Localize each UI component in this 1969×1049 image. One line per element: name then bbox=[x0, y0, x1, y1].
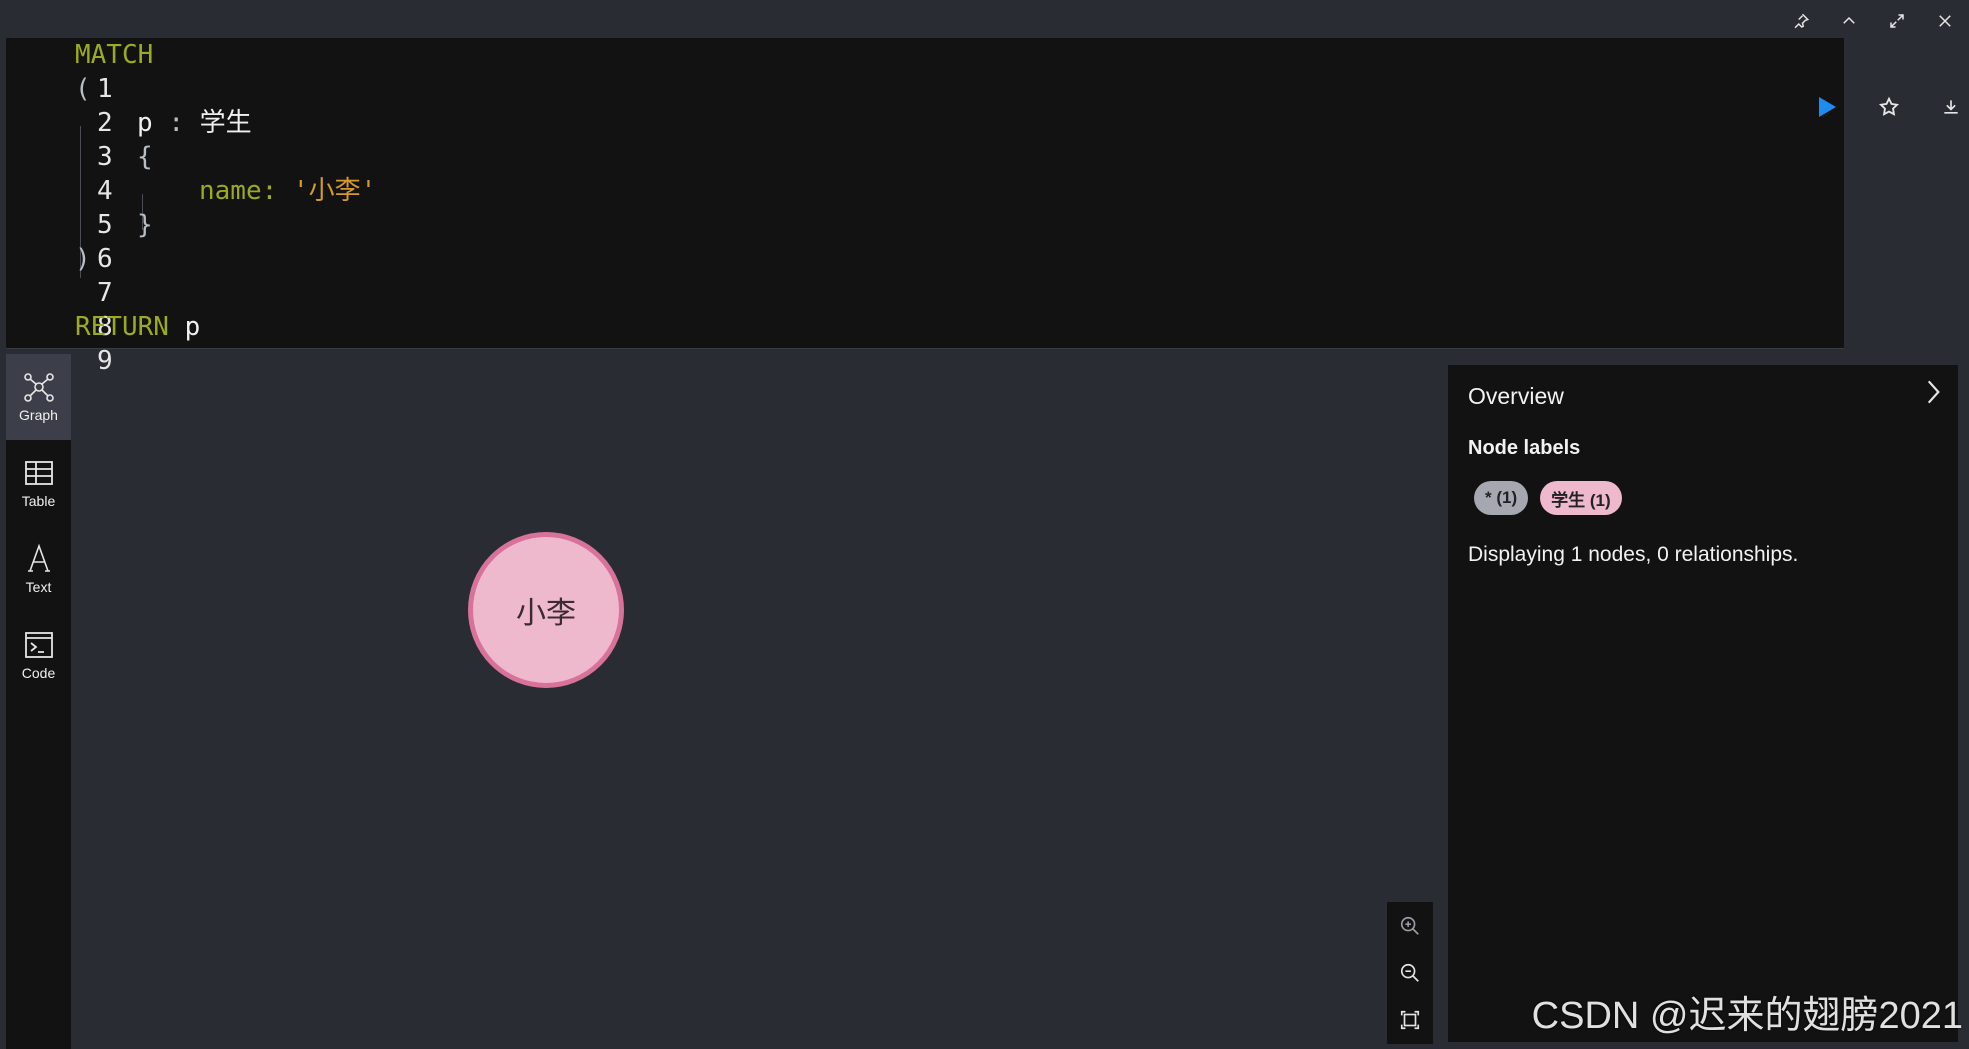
code-line: 3 p : 学生 bbox=[6, 106, 252, 172]
property-key: name: bbox=[199, 176, 278, 206]
view-code-label: Code bbox=[21, 665, 56, 681]
colon: : bbox=[168, 108, 184, 138]
badge-student-label[interactable]: 学生 (1) bbox=[1540, 481, 1622, 515]
close-brace: } bbox=[137, 210, 153, 240]
table-icon bbox=[24, 461, 53, 485]
expand-icon[interactable] bbox=[1873, 8, 1921, 34]
open-paren: ( bbox=[75, 74, 91, 104]
watermark: CSDN @迟来的翅膀2021 bbox=[1531, 995, 1963, 1037]
node-label-badges: * (1) 学生 (1) bbox=[1474, 481, 1622, 515]
fit-screen-icon[interactable] bbox=[1399, 1009, 1421, 1031]
zoom-out-icon[interactable] bbox=[1399, 962, 1421, 984]
return-variable: p bbox=[184, 312, 201, 342]
overview-panel: Overview Node labels * (1) 学生 (1) Displa… bbox=[1448, 365, 1958, 1042]
code-line: 6 } bbox=[6, 208, 153, 274]
run-icon bbox=[1819, 97, 1836, 117]
zoom-in-icon[interactable] bbox=[1399, 915, 1421, 937]
text-icon bbox=[27, 543, 50, 572]
view-sidebar: Graph Table Text Code bbox=[6, 354, 71, 1049]
pin-icon[interactable] bbox=[1777, 8, 1825, 34]
code-line: 7 ) bbox=[6, 242, 113, 308]
property-value: '小李' bbox=[292, 176, 377, 206]
query-editor[interactable]: 1 MATCH 2 ( 3 p : 学生 4 { 5 name: '小李' 6 … bbox=[6, 38, 1958, 376]
badge-all-nodes[interactable]: * (1) bbox=[1474, 481, 1529, 515]
chevron-right-icon[interactable] bbox=[1920, 377, 1946, 407]
keyword-match: MATCH bbox=[75, 40, 154, 70]
view-code-button[interactable]: Code bbox=[6, 612, 71, 698]
view-table-button[interactable]: Table bbox=[6, 440, 71, 526]
code-icon bbox=[24, 632, 53, 658]
code-line: 9 RETURN p bbox=[6, 310, 200, 376]
view-graph-label: Graph bbox=[19, 407, 58, 423]
collapse-up-icon[interactable] bbox=[1825, 8, 1873, 34]
view-text-button[interactable]: Text bbox=[6, 526, 71, 612]
code-line: 2 ( bbox=[6, 72, 113, 138]
window-toolbar bbox=[1777, 8, 1969, 34]
download-icon bbox=[1944, 100, 1958, 114]
graph-canvas[interactable]: 小李 bbox=[71, 354, 1441, 1049]
close-paren: ) bbox=[75, 244, 91, 274]
variable-p: p bbox=[137, 108, 153, 138]
node-label-token: 学生 bbox=[199, 108, 252, 138]
code-line: 1 MATCH bbox=[6, 38, 153, 104]
view-text-label: Text bbox=[25, 579, 52, 595]
view-table-label: Table bbox=[21, 493, 56, 509]
zoom-controls bbox=[1387, 902, 1433, 1044]
favorite-star-icon bbox=[1878, 96, 1900, 116]
graph-icon bbox=[23, 373, 54, 402]
overview-title: Overview bbox=[1468, 383, 1564, 409]
editor-actions bbox=[1796, 90, 1969, 124]
code-line: 8 bbox=[6, 276, 113, 342]
close-icon[interactable] bbox=[1921, 8, 1969, 34]
view-graph-button[interactable]: Graph bbox=[6, 354, 71, 440]
code-line: 5 name: '小李' bbox=[6, 174, 376, 240]
graph-node[interactable]: 小李 bbox=[468, 532, 624, 688]
keyword-return: RETURN bbox=[75, 312, 169, 342]
code-line: 4 { bbox=[6, 140, 153, 206]
favorite-button[interactable] bbox=[1858, 90, 1920, 124]
run-button[interactable] bbox=[1796, 90, 1858, 124]
open-brace: { bbox=[137, 142, 153, 172]
overview-summary: Displaying 1 nodes, 0 relationships. bbox=[1468, 543, 1799, 566]
download-button[interactable] bbox=[1920, 90, 1969, 124]
node-labels-heading: Node labels bbox=[1468, 437, 1581, 459]
